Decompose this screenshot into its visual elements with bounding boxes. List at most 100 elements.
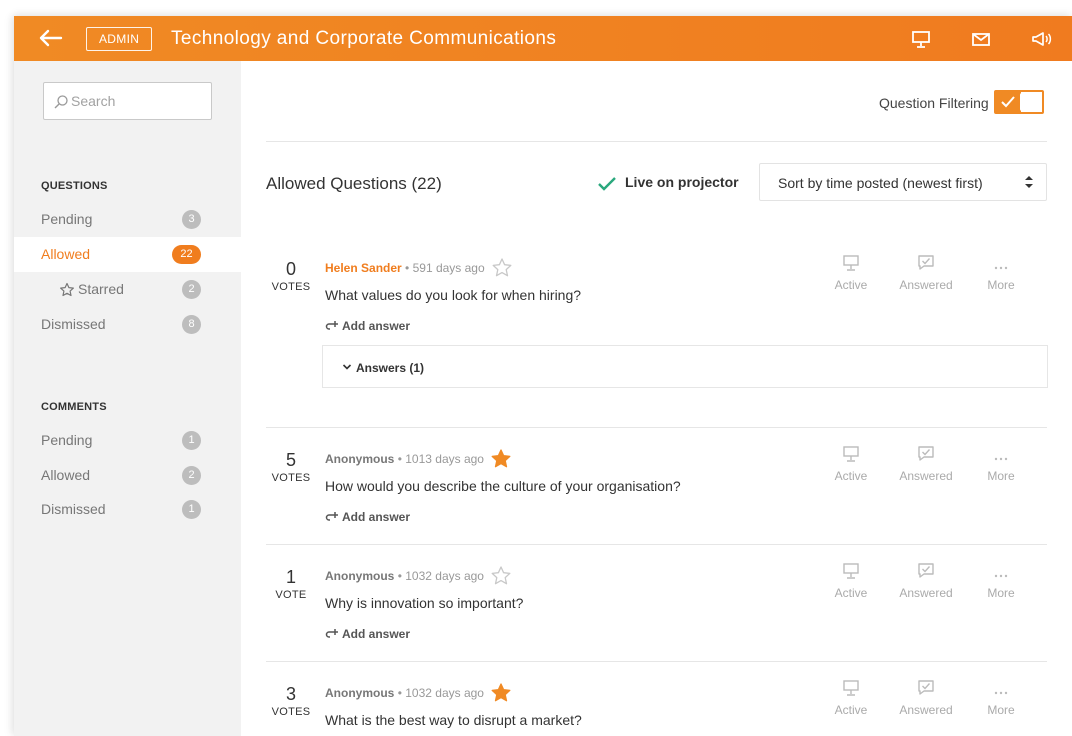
votes-number: 1 <box>285 567 296 587</box>
more-label: More <box>987 469 1015 483</box>
megaphone-icon[interactable] <box>1030 28 1052 50</box>
posted-age: 1032 days ago <box>405 569 484 583</box>
sidebar-item-label: Allowed <box>41 246 91 262</box>
star-outline-icon[interactable] <box>491 257 513 279</box>
active-action[interactable]: Active <box>821 678 881 717</box>
more-action[interactable]: More <box>971 561 1031 600</box>
more-action[interactable]: More <box>971 444 1031 483</box>
active-label: Active <box>834 703 868 717</box>
count-badge: 1 <box>182 431 201 450</box>
more-action[interactable]: More <box>971 253 1031 292</box>
more-label: More <box>987 278 1015 292</box>
active-action[interactable]: Active <box>821 561 881 600</box>
projector-icon <box>843 446 859 462</box>
sidebar-item-allowed-questions[interactable]: Allowed 22 <box>14 237 241 272</box>
question-meta: Helen Sander • 591 days ago <box>325 261 485 275</box>
divider <box>266 427 1047 428</box>
answered-label: Answered <box>899 469 953 483</box>
answered-check-icon <box>918 446 934 461</box>
event-title: Technology and Corporate Communications <box>171 28 557 49</box>
star-filled-icon[interactable] <box>490 682 512 704</box>
active-label: Active <box>834 469 868 483</box>
top-bar: ADMIN Technology and Corporate Communica… <box>14 16 1072 61</box>
more-dots-icon <box>994 457 1008 461</box>
answered-action[interactable]: Answered <box>896 444 956 483</box>
posted-age: 1013 days ago <box>405 452 484 466</box>
count-badge: 2 <box>182 280 201 299</box>
active-label: Active <box>834 586 868 600</box>
sort-arrows-icon <box>1025 176 1033 188</box>
active-action[interactable]: Active <box>821 444 881 483</box>
sidebar-item-label: Pending <box>41 211 93 227</box>
admin-badge[interactable]: ADMIN <box>86 27 153 51</box>
sidebar-item-label: Pending <box>41 432 93 448</box>
page-title: Allowed Questions (22) <box>266 174 442 193</box>
votes-number: 3 <box>285 684 296 704</box>
votes-label: VOTES <box>271 281 311 293</box>
question-meta: Anonymous • 1032 days ago <box>325 569 484 583</box>
divider <box>266 661 1047 662</box>
answers-label: Answers (1) <box>356 361 425 375</box>
add-answer-label: Add answer <box>342 627 411 641</box>
app-frame: ADMIN Technology and Corporate Communica… <box>14 16 1072 736</box>
reply-icon <box>325 512 338 521</box>
author-name: Anonymous <box>325 569 395 583</box>
star-filled-icon[interactable] <box>490 448 512 470</box>
posted-age: 1032 days ago <box>405 686 484 700</box>
star-outline-icon[interactable] <box>490 565 512 587</box>
meta-separator: • <box>397 569 402 583</box>
count-badge: 3 <box>182 210 201 229</box>
sidebar-item-allowed-comments[interactable]: Allowed 2 <box>14 458 241 493</box>
reply-icon <box>325 629 338 638</box>
projector-icon <box>843 255 859 271</box>
answers-toggle[interactable]: Answers (1) <box>322 345 1048 388</box>
sidebar-item-label: Dismissed <box>41 501 106 517</box>
search-box[interactable] <box>43 82 212 120</box>
votes-label: VOTE <box>275 589 307 601</box>
more-action[interactable]: More <box>971 678 1031 717</box>
mail-icon[interactable] <box>970 28 992 50</box>
more-label: More <box>987 586 1015 600</box>
answered-check-icon <box>918 563 934 578</box>
votes-label: VOTES <box>271 706 311 718</box>
questions-heading: QUESTIONS <box>41 180 108 192</box>
check-icon <box>1001 96 1015 108</box>
sidebar-item-pending-comments[interactable]: Pending 1 <box>14 423 241 458</box>
author-name: Helen Sander <box>325 261 402 275</box>
answered-action[interactable]: Answered <box>896 561 956 600</box>
search-input[interactable] <box>71 91 206 111</box>
sidebar-item-dismissed-comments[interactable]: Dismissed 1 <box>14 492 241 527</box>
sidebar-item-dismissed-questions[interactable]: Dismissed 8 <box>14 307 241 342</box>
answered-label: Answered <box>899 278 953 292</box>
add-answer-label: Add answer <box>342 510 411 524</box>
sidebar-item-pending-questions[interactable]: Pending 3 <box>14 202 241 237</box>
question-meta: Anonymous • 1032 days ago <box>325 686 484 700</box>
question-filtering-toggle[interactable] <box>994 90 1044 114</box>
answered-check-icon <box>918 680 934 695</box>
vote-count: 1 VOTE <box>266 567 316 601</box>
answered-label: Answered <box>899 586 953 600</box>
sidebar-item-starred-questions[interactable]: Starred 2 <box>14 272 241 307</box>
meta-separator: • <box>397 452 402 466</box>
answered-check-icon <box>918 255 934 270</box>
back-arrow-icon[interactable] <box>36 26 64 50</box>
sort-value: Sort by time posted (newest first) <box>778 175 983 191</box>
meta-separator: • <box>405 261 410 275</box>
votes-number: 5 <box>285 450 296 470</box>
posted-age: 591 days ago <box>412 261 485 275</box>
answered-label: Answered <box>899 703 953 717</box>
search-icon <box>54 95 68 109</box>
question-text: What values do you look for when hiring? <box>325 287 582 303</box>
star-outline-icon <box>60 282 74 297</box>
count-badge: 8 <box>182 315 201 334</box>
answered-action[interactable]: Answered <box>896 253 956 292</box>
vote-count: 3 VOTES <box>266 684 316 718</box>
sidebar-item-label: Starred <box>78 281 124 297</box>
votes-label: VOTES <box>271 472 311 484</box>
active-action[interactable]: Active <box>821 253 881 292</box>
answered-action[interactable]: Answered <box>896 678 956 717</box>
sort-select[interactable]: Sort by time posted (newest first) <box>759 163 1047 201</box>
projector-icon <box>843 563 859 579</box>
more-dots-icon <box>994 574 1008 578</box>
projector-icon[interactable] <box>910 28 932 50</box>
